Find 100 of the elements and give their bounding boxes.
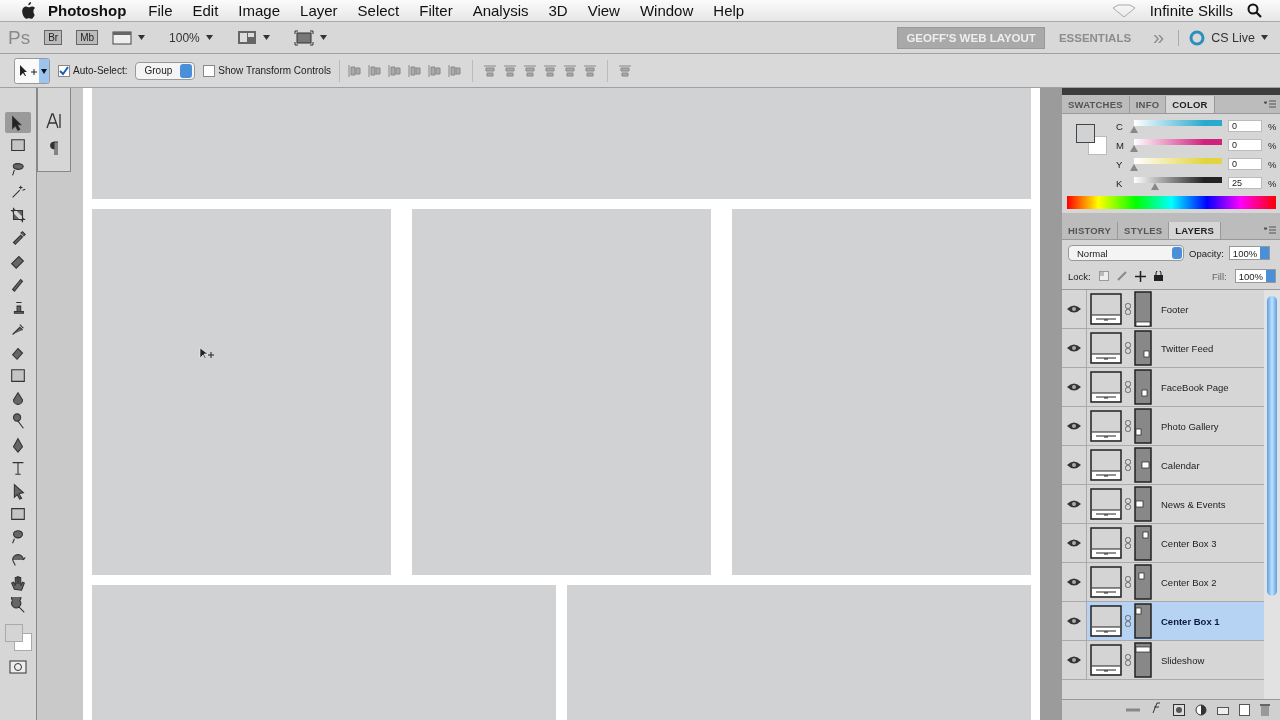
panel-tab[interactable]: LAYERS — [1169, 222, 1222, 239]
eye-icon[interactable] — [1067, 539, 1081, 547]
fill-field[interactable]: 100% — [1234, 269, 1276, 283]
color-slider[interactable] — [1130, 118, 1222, 134]
caret-icon — [262, 35, 270, 40]
eye-icon[interactable] — [1067, 305, 1081, 313]
eye-icon[interactable] — [1067, 656, 1081, 664]
scrollbar-thumb[interactable] — [1267, 296, 1277, 596]
color-swatches[interactable] — [5, 624, 31, 650]
layer-row[interactable]: Slideshow — [1062, 641, 1264, 680]
layer-name: Slideshow — [1161, 654, 1205, 666]
layer-row[interactable]: News & Events — [1062, 485, 1264, 524]
auto-select-dropdown[interactable]: Group — [135, 61, 196, 80]
new-layer-icon[interactable] — [1239, 704, 1250, 716]
layer-row[interactable]: Calendar — [1062, 446, 1264, 485]
menu-item[interactable]: 3D — [538, 2, 578, 19]
arrange-documents-icon[interactable] — [236, 30, 257, 45]
color-slider[interactable] — [1130, 137, 1222, 153]
cs-live-icon[interactable] — [1189, 29, 1206, 46]
color-spectrum[interactable] — [1067, 196, 1276, 209]
eye-icon[interactable] — [1067, 461, 1081, 469]
value-field[interactable]: 0 — [1228, 158, 1262, 170]
foreground-background-swatch[interactable] — [1076, 124, 1110, 158]
apple-icon[interactable] — [21, 2, 36, 19]
mask-icon[interactable] — [1173, 704, 1185, 716]
menu-extra[interactable]: Infinite Skills — [1149, 2, 1233, 19]
layer-name: Center Box 3 — [1161, 537, 1217, 549]
panel-menu-icon[interactable] — [1264, 226, 1276, 234]
fill-label: Fill: — [1211, 270, 1227, 282]
quick-mask-icon[interactable] — [9, 660, 27, 674]
trash-icon[interactable] — [1260, 704, 1270, 716]
lock-all-icon[interactable] — [1153, 271, 1163, 281]
zoom-dropdown[interactable]: 100% — [169, 30, 200, 45]
panel-menu-icon[interactable] — [1264, 100, 1276, 108]
panel-tab[interactable]: COLOR — [1166, 96, 1215, 113]
slider-thumb[interactable] — [1130, 144, 1138, 152]
character-panel-icon[interactable] — [46, 112, 62, 130]
layer-row[interactable]: FaceBook Page — [1062, 368, 1264, 407]
menu-item[interactable]: View — [577, 2, 630, 19]
value-field[interactable]: 0 — [1228, 120, 1262, 132]
menu-item[interactable]: Analysis — [462, 2, 539, 19]
layer-thumbnail — [1090, 293, 1122, 325]
panel-tab[interactable]: HISTORY — [1062, 222, 1119, 239]
layer-row[interactable]: Center Box 1 — [1062, 602, 1264, 641]
layer-row[interactable]: Center Box 3 — [1062, 524, 1264, 563]
move-cursor-icon — [199, 347, 214, 360]
layer-name: Center Box 2 — [1161, 576, 1217, 588]
layer-thumbnail — [1090, 371, 1122, 403]
checkbox[interactable] — [203, 64, 216, 77]
slider-thumb[interactable] — [1151, 182, 1159, 190]
eye-icon[interactable] — [1067, 383, 1081, 391]
view-extras-icon[interactable] — [112, 29, 133, 46]
menu-item[interactable]: Help — [703, 2, 755, 19]
menu-item[interactable]: File — [138, 2, 183, 19]
layer-row[interactable]: Center Box 2 — [1062, 563, 1264, 602]
menu-item[interactable]: Edit — [182, 2, 229, 19]
layer-mask-thumbnail — [1134, 564, 1152, 600]
link-icon — [1125, 381, 1131, 393]
eye-icon[interactable] — [1067, 578, 1081, 586]
paragraph-panel-icon[interactable] — [49, 140, 59, 156]
menu-item[interactable]: Layer — [290, 2, 348, 19]
color-slider[interactable] — [1130, 156, 1222, 172]
app-menu[interactable]: Photoshop — [36, 2, 139, 19]
layer-mask-thumbnail — [1134, 603, 1152, 639]
opacity-field[interactable]: 100% — [1228, 246, 1271, 260]
layer-row[interactable]: Photo Gallery — [1062, 407, 1264, 446]
folder-icon[interactable] — [1217, 705, 1229, 715]
slider-thumb[interactable] — [1130, 125, 1138, 133]
menu-item[interactable]: Image — [228, 2, 291, 19]
tool-preset-picker[interactable] — [14, 57, 50, 84]
eye-icon[interactable] — [1067, 500, 1081, 508]
layer-mask-thumbnail — [1134, 291, 1152, 327]
layer-row[interactable]: Footer — [1062, 290, 1264, 329]
adjustment-icon[interactable] — [1195, 704, 1207, 716]
menu-item[interactable]: Filter — [409, 2, 463, 19]
value-field[interactable]: 25 — [1228, 177, 1262, 189]
cs-live-menu[interactable]: CS Live — [1211, 30, 1255, 45]
link-icon — [1125, 576, 1131, 588]
blend-mode-dropdown[interactable]: Normal — [1068, 245, 1184, 261]
screen-mode-icon[interactable] — [293, 29, 314, 46]
menu-item[interactable]: Window — [629, 2, 704, 19]
eye-icon[interactable] — [1067, 422, 1081, 430]
layer-thumbnail — [1090, 566, 1122, 598]
layer-name: Calendar — [1161, 459, 1200, 471]
slider-thumb[interactable] — [1130, 163, 1138, 171]
search-icon[interactable] — [1247, 3, 1262, 18]
mini-bridge-button[interactable]: Mb — [76, 30, 99, 45]
caret-icon — [205, 35, 213, 40]
menu-item[interactable]: Select — [347, 2, 410, 19]
bridge-button[interactable]: Br — [44, 30, 63, 45]
layer-row[interactable]: Twitter Feed — [1062, 329, 1264, 368]
panel-tab[interactable]: SWATCHES — [1062, 96, 1130, 113]
layer-name: Footer — [1161, 303, 1189, 315]
lock-position-icon[interactable] — [1134, 270, 1146, 282]
value-field[interactable]: 0 — [1228, 139, 1262, 151]
unit-label: % — [1268, 139, 1277, 151]
checkbox[interactable] — [58, 64, 70, 77]
unit-label: % — [1268, 158, 1277, 170]
eye-icon[interactable] — [1067, 344, 1081, 352]
eye-icon[interactable] — [1067, 617, 1081, 625]
